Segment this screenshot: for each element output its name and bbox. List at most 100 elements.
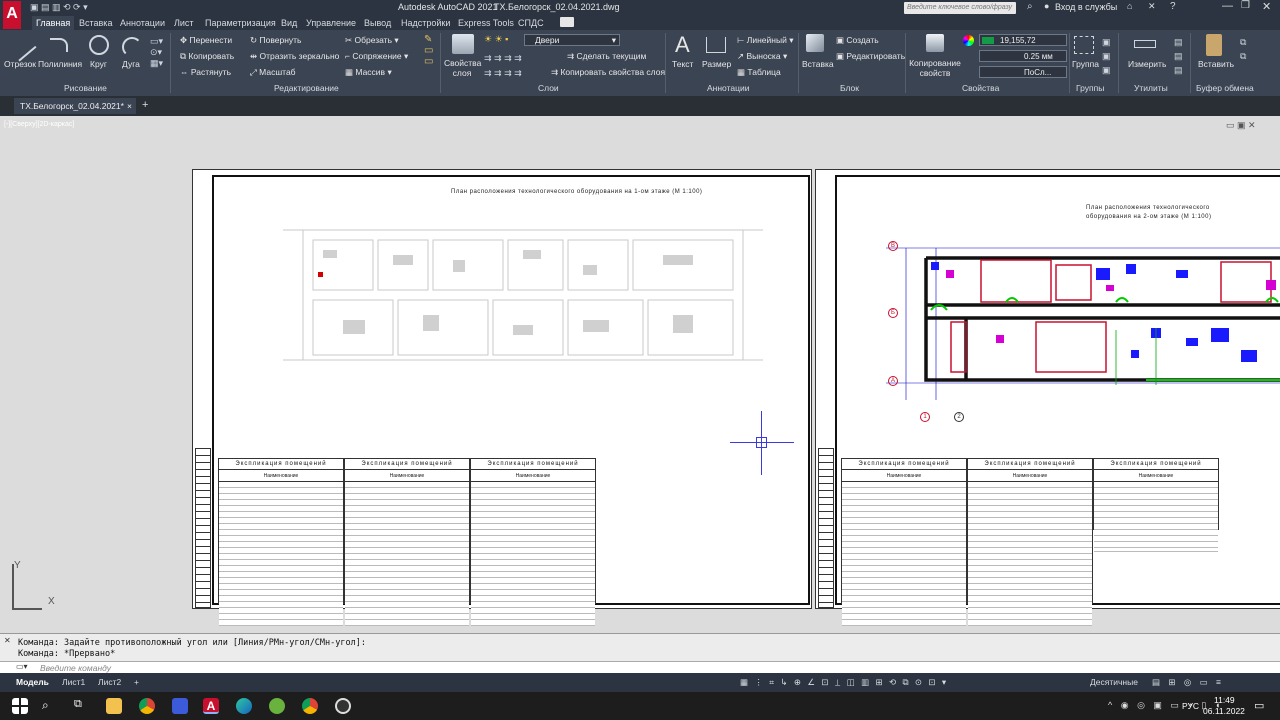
text-button[interactable]: Текст xyxy=(672,59,693,69)
layer-properties-button[interactable]: Свойства слоя xyxy=(444,58,481,78)
drafting-tools-icons[interactable]: ▦ ⋮ ⌗ ↳ ⊕ ∠ ⊡ ⟂ ◫ ▥ ⊞ ⟲ ⧉ ⊙ ⊡ ▾ xyxy=(740,677,948,688)
linear-dim-button[interactable]: ⊢ Линейный ▾ xyxy=(737,35,793,46)
group-icon[interactable] xyxy=(1074,36,1094,54)
lineweight-dropdown[interactable]: 0.25 мм xyxy=(979,50,1067,62)
language-indicator[interactable]: РУС xyxy=(1182,701,1199,711)
dimension-icon[interactable] xyxy=(706,37,726,53)
dimension-button[interactable]: Размер xyxy=(702,59,731,69)
tab-express-tools[interactable]: Express Tools xyxy=(458,18,514,28)
text-icon[interactable]: A xyxy=(675,32,690,58)
copy-clip-icons[interactable]: ⧉ ⧉ xyxy=(1240,35,1246,63)
utility-tools-icons[interactable]: ▤ ▤ ▤ xyxy=(1174,35,1183,77)
paste-icon[interactable] xyxy=(1206,34,1222,56)
tab-layout[interactable]: Лист xyxy=(174,18,194,28)
notifications-icon[interactable]: ▭ xyxy=(1254,699,1264,712)
table-button[interactable]: ▦ Таблица xyxy=(737,67,781,78)
insert-block-icon[interactable] xyxy=(806,34,824,52)
utilities-panel-label[interactable]: Утилиты xyxy=(1134,83,1168,93)
make-current-button[interactable]: ⇉ Сделать текущим xyxy=(567,51,646,62)
clock-time[interactable]: 11:49 xyxy=(1214,695,1235,705)
viewport-window-controls[interactable]: ▭ ▣ ✕ xyxy=(1226,120,1256,131)
copy-button[interactable]: ⧉ Копировать xyxy=(180,51,234,62)
command-close-icon[interactable]: ✕ xyxy=(4,636,11,645)
layer-properties-icon[interactable] xyxy=(452,34,474,54)
tab-manage[interactable]: Управление xyxy=(306,18,356,28)
sign-in-link[interactable]: Вход в службы xyxy=(1055,2,1117,12)
arc-icon[interactable] xyxy=(122,37,142,57)
clipboard-panel-label[interactable]: Буфер обмена xyxy=(1196,83,1254,93)
rotate-button[interactable]: ↻ Повернуть xyxy=(250,35,301,46)
measure-icon[interactable] xyxy=(1134,40,1156,48)
clock-date[interactable]: 06.11.2022 xyxy=(1203,706,1245,716)
ribbon-toggle-icon[interactable] xyxy=(560,17,574,27)
search-input[interactable]: Введите ключевое слово/фразу xyxy=(904,2,1016,14)
tab-addins[interactable]: Надстройки xyxy=(401,18,450,28)
minimize-icon[interactable]: — xyxy=(1222,0,1233,12)
autocad-logo-icon[interactable]: A xyxy=(3,1,21,29)
line-button[interactable]: Отрезок xyxy=(4,59,36,69)
modify-panel-label[interactable]: Редактирование xyxy=(274,83,339,93)
leader-button[interactable]: ↗ Выноска ▾ xyxy=(737,51,787,62)
match-properties-icon[interactable] xyxy=(926,34,944,52)
chrome-2-icon[interactable] xyxy=(302,698,318,714)
draw-panel-label[interactable]: Рисование xyxy=(64,83,107,93)
move-button[interactable]: ✥ Перенести xyxy=(180,35,232,46)
circle-icon[interactable] xyxy=(89,35,109,55)
create-block-button[interactable]: ▣ Создать xyxy=(836,35,879,46)
line-icon[interactable] xyxy=(5,30,37,62)
layer-tools-icons[interactable]: ⇉ ⇉ ⇉ ⇉ ⇉ ⇉ ⇉ ⇉ xyxy=(484,51,522,81)
help-icon[interactable]: ? xyxy=(1170,1,1176,12)
save-app-icon[interactable] xyxy=(172,698,188,714)
autocad-taskbar-icon[interactable]: A xyxy=(203,698,219,714)
close-icon[interactable]: ✕ xyxy=(1262,0,1271,13)
arc-button[interactable]: Дуга xyxy=(122,59,140,69)
match-layer-button[interactable]: ⇉ Копировать свойства слоя xyxy=(551,67,665,78)
block-panel-label[interactable]: Блок xyxy=(840,83,859,93)
cart-icon[interactable]: ⌂ xyxy=(1127,1,1132,11)
viewport-controls[interactable]: [-][Сверху][2D-каркас] xyxy=(4,121,74,128)
polyline-button[interactable]: Полилиния xyxy=(38,59,82,69)
rectangle-icon[interactable]: ▭▾ ⊙▾ ▦▾ xyxy=(150,36,163,69)
scale-button[interactable]: ⤢ Масштаб xyxy=(250,67,296,78)
units-dropdown[interactable]: Десятичные xyxy=(1090,677,1138,687)
file-explorer-icon[interactable] xyxy=(106,698,122,714)
edge-icon[interactable] xyxy=(236,698,252,714)
tab-insert[interactable]: Вставка xyxy=(79,18,112,28)
circle-button[interactable]: Круг xyxy=(90,59,107,69)
stretch-button[interactable]: ⇔ Растянуть xyxy=(180,67,231,77)
insert-block-button[interactable]: Вставка xyxy=(802,59,834,69)
edit-block-button[interactable]: ▣ Редактировать xyxy=(836,51,905,62)
tab-annotate[interactable]: Аннотации xyxy=(120,18,165,28)
search-icon[interactable]: ⌕ xyxy=(1027,1,1033,12)
tab-home[interactable]: Главная xyxy=(32,16,75,30)
task-view-icon[interactable]: ⧉ xyxy=(74,698,82,711)
paste-button[interactable]: Вставить xyxy=(1198,59,1234,69)
properties-panel-label[interactable]: Свойства xyxy=(962,83,999,93)
group-tools-icons[interactable]: ▣ ▣ ▣ xyxy=(1102,35,1111,77)
taskbar-search-icon[interactable]: ⌕ xyxy=(42,698,49,713)
fillet-button[interactable]: ⌐ Сопряжение ▾ xyxy=(345,51,408,62)
layer-state-icons[interactable]: ☀ ☀ ▪ xyxy=(484,34,508,45)
groups-panel-label[interactable]: Группы xyxy=(1076,83,1104,93)
tab-spds[interactable]: СПДС xyxy=(518,18,544,28)
trim-button[interactable]: ✂ Обрезать ▾ xyxy=(345,35,399,46)
command-input[interactable]: ▭▾ Введите команду xyxy=(0,661,1280,673)
linetype-dropdown[interactable]: ПоСл... xyxy=(979,66,1067,78)
pencil-icon[interactable]: ✎ ▭ ▭ xyxy=(424,34,433,67)
tab-parametric[interactable]: Параметризация xyxy=(205,18,276,28)
user-icon[interactable]: ● xyxy=(1044,1,1049,11)
layer-dropdown[interactable]: Двери ▾ xyxy=(524,34,620,46)
layers-panel-label[interactable]: Слои xyxy=(538,83,559,93)
tab-output[interactable]: Вывод xyxy=(364,18,391,28)
tab-view[interactable]: Вид xyxy=(281,18,297,28)
exchange-icon[interactable]: ✕ xyxy=(1148,1,1156,12)
color-wheel-icon[interactable] xyxy=(963,35,974,46)
utorrent-icon[interactable] xyxy=(269,698,285,714)
array-button[interactable]: ▦ Массив ▾ xyxy=(345,67,392,78)
status-tools-icons[interactable]: ▤ ⊞ ◎ ▭ ≡ xyxy=(1152,677,1224,688)
quick-access-toolbar[interactable]: ▣ ▤ ▥ ⟲ ⟳ ▾ xyxy=(30,2,100,14)
group-button[interactable]: Группа xyxy=(1072,59,1099,69)
new-layout-icon[interactable]: + xyxy=(134,677,139,687)
layout-tab-sheet2[interactable]: Лист2 xyxy=(98,677,121,687)
mirror-button[interactable]: ⇹ Отразить зеркально xyxy=(250,51,339,62)
